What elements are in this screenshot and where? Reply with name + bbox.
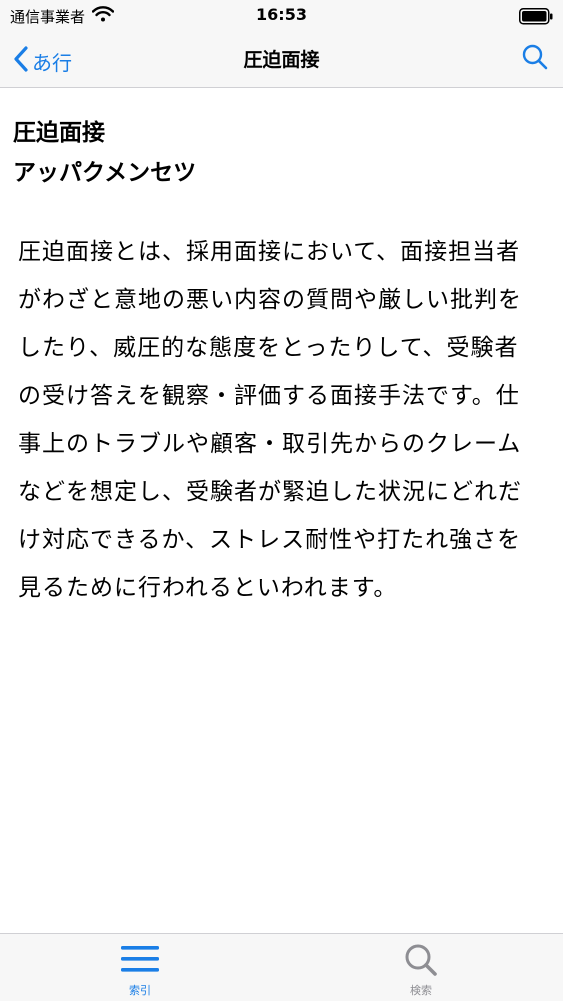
term-title: 圧迫面接 — [13, 119, 105, 146]
search-button[interactable] — [521, 43, 549, 75]
list-icon — [120, 942, 160, 982]
tab-search[interactable]: 検索 — [361, 934, 481, 1001]
status-bar: 通信事業者 16:53 — [0, 0, 563, 34]
term-reading: アッパクメンセツ — [13, 159, 197, 186]
search-icon — [521, 44, 549, 75]
clock: 16:53 — [256, 5, 307, 24]
tab-search-label: 検索 — [410, 984, 432, 997]
tab-index-label: 索引 — [129, 984, 151, 997]
search-icon — [401, 942, 441, 982]
tab-bar: 索引 検索 — [0, 933, 563, 1001]
term-description: 圧迫面接とは、採用面接において、面接担当者がわざと意地の悪い内容の質問や厳しい批… — [18, 239, 522, 601]
navigation-bar: あ行 圧迫面接 — [0, 34, 563, 88]
page-title: 圧迫面接 — [243, 49, 320, 71]
battery-icon — [519, 8, 553, 29]
tab-index[interactable]: 索引 — [80, 934, 200, 1001]
